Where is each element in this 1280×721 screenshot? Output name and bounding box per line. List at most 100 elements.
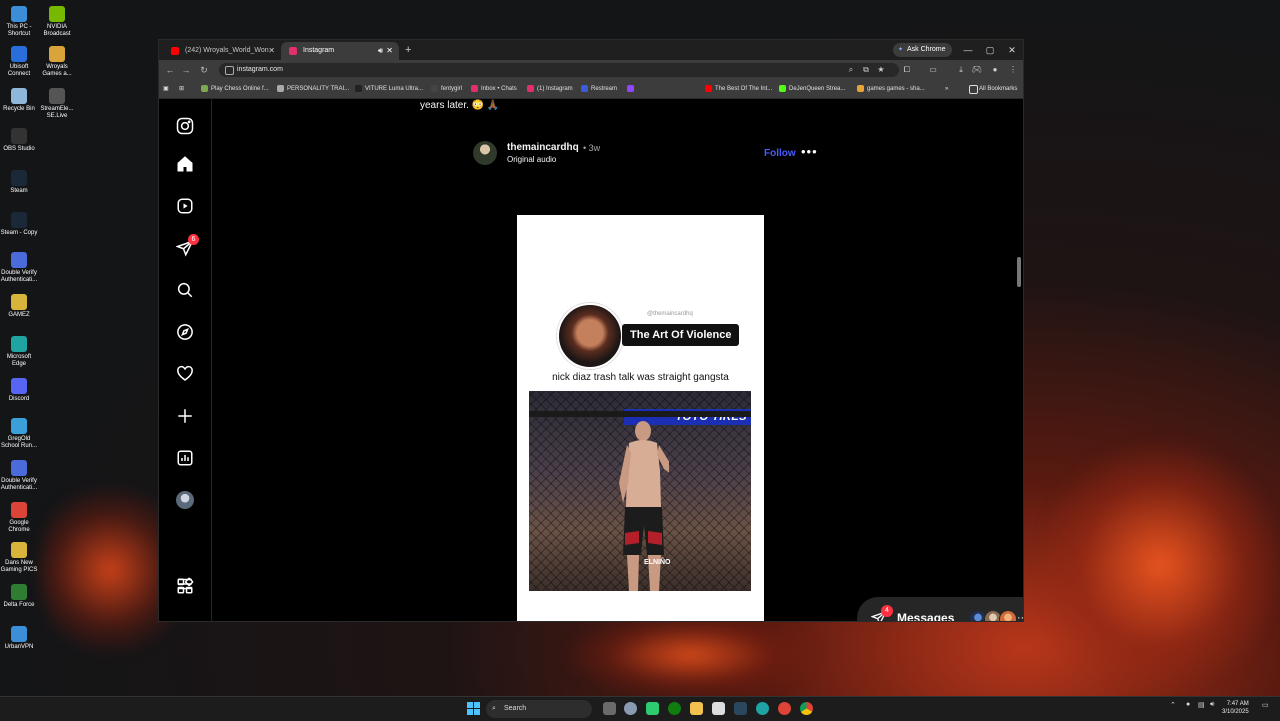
- bookmark-item[interactable]: [627, 80, 637, 98]
- show-hidden-icons[interactable]: ⌃: [1170, 701, 1176, 709]
- bookmark-item[interactable]: (1) Instagram: [527, 80, 573, 98]
- desktop-icon[interactable]: Delta Force: [0, 584, 38, 609]
- clock[interactable]: 7:47 AM 3/10/2025: [1222, 700, 1249, 716]
- back-button[interactable]: ←: [163, 63, 177, 77]
- desktop-icon[interactable]: Steam - Copy: [0, 212, 38, 237]
- desktop-icon[interactable]: UrbanVPN: [0, 626, 38, 651]
- notifications-heart-icon[interactable]: [176, 365, 196, 385]
- post-author-avatar[interactable]: [473, 141, 497, 165]
- direct-messages-icon[interactable]: 6: [175, 234, 199, 259]
- desktop-icon[interactable]: GAMEZ: [0, 294, 38, 319]
- windows-start-icon[interactable]: [467, 702, 480, 715]
- bookmark-item[interactable]: DeJenQueen Strea...: [779, 80, 845, 98]
- install-icon[interactable]: ⧉: [860, 63, 872, 77]
- search-placeholder: Search: [504, 705, 527, 712]
- settings-icon[interactable]: [624, 702, 637, 715]
- taskbar-search[interactable]: ⌕ Search: [486, 700, 592, 718]
- bookmark-favicon-icon: [471, 85, 478, 92]
- desktop-icon[interactable]: Wroyals Games a...: [38, 46, 76, 78]
- maximize-button[interactable]: ▢: [979, 40, 1001, 60]
- forward-button[interactable]: →: [179, 63, 193, 77]
- new-tab-button[interactable]: +: [405, 42, 411, 58]
- profile-icon[interactable]: ●: [989, 63, 1001, 77]
- follow-button[interactable]: Follow: [764, 148, 796, 159]
- desktop-icon[interactable]: Ubisoft Connect: [0, 46, 38, 78]
- network-icon[interactable]: ▤: [1198, 701, 1205, 709]
- media-player-icon[interactable]: [646, 702, 659, 715]
- site-info-icon[interactable]: [225, 66, 234, 75]
- gamepad-icon[interactable]: 🎮︎: [971, 63, 983, 77]
- scrollbar-thumb[interactable]: [1017, 257, 1021, 287]
- desktop-icon[interactable]: Double Verify Authenticati...: [0, 460, 38, 492]
- create-plus-icon[interactable]: [176, 407, 196, 427]
- close-tab-icon[interactable]: ✕: [268, 42, 275, 60]
- bookmark-item[interactable]: fentygirl: [431, 80, 462, 98]
- desktop-icon[interactable]: Recycle Bin: [0, 88, 38, 113]
- xbox-icon[interactable]: [668, 702, 681, 715]
- reel-video[interactable]: @themaincardhq The Art Of Violence nick …: [464, 215, 814, 621]
- ask-chrome-button[interactable]: Ask Chrome: [893, 43, 952, 57]
- notification-icon[interactable]: ▭: [1262, 701, 1269, 709]
- tab-youtube[interactable]: (242) Wroyals_World_Won - Yo... ✕: [163, 42, 281, 72]
- post-timestamp[interactable]: • 3w: [583, 143, 600, 153]
- desktop-icon[interactable]: Dans New Gaming PICS: [0, 542, 38, 574]
- profile-avatar[interactable]: [176, 491, 196, 511]
- scrollbar[interactable]: [1016, 99, 1022, 621]
- menu-icon[interactable]: ⋮: [1007, 63, 1019, 77]
- all-bookmarks[interactable]: All Bookmarks: [969, 80, 1017, 98]
- desktop-icon[interactable]: Google Chrome: [0, 502, 38, 534]
- bookmark-star-icon[interactable]: ★: [875, 63, 887, 77]
- extensions-icon[interactable]: ⧠: [901, 63, 913, 77]
- more-bookmarks-icon[interactable]: »: [945, 80, 948, 98]
- chrome-alt-icon[interactable]: [778, 702, 791, 715]
- desktop-icon[interactable]: Discord: [0, 378, 38, 403]
- desktop-icon[interactable]: OBS Studio: [0, 128, 38, 153]
- desktop-icon[interactable]: GregOld School Run...: [0, 418, 38, 450]
- volume-icon[interactable]: 🔊︎: [1210, 701, 1214, 709]
- steam-icon[interactable]: [734, 702, 747, 715]
- close-tab-icon[interactable]: ✕: [386, 42, 393, 60]
- calculator-icon[interactable]: [712, 702, 725, 715]
- microphone-icon[interactable]: ●: [1186, 701, 1190, 708]
- bookmark-item[interactable]: games games - sha...: [857, 80, 925, 98]
- meta-apps-icon[interactable]: [176, 577, 196, 597]
- bookmark-item[interactable]: The Best Of The Int...: [705, 80, 772, 98]
- post-audio-link[interactable]: Original audio: [507, 155, 556, 164]
- desktop-icon[interactable]: Microsoft Edge: [0, 336, 38, 368]
- audio-icon[interactable]: 🔊︎: [378, 42, 383, 60]
- download-icon[interactable]: ⤓: [955, 63, 967, 77]
- reels-icon[interactable]: [176, 197, 196, 217]
- chrome-icon[interactable]: [800, 702, 813, 715]
- side-panel-icon[interactable]: ▭: [927, 63, 939, 77]
- bookmark-item[interactable]: VITURE Luma Ultra...: [355, 80, 423, 98]
- desktop-icon[interactable]: NVIDIA Broadcast: [38, 6, 76, 38]
- messages-button[interactable]: 4 Messages ···: [857, 597, 1023, 621]
- task-view-icon[interactable]: [603, 702, 616, 715]
- edge-icon[interactable]: [756, 702, 769, 715]
- desktop-icon[interactable]: Steam: [0, 170, 38, 195]
- wallpaper-ember: [560, 610, 820, 700]
- search-icon[interactable]: [176, 281, 196, 301]
- desktop-icon[interactable]: This PC - Shortcut: [0, 6, 38, 38]
- bookmark-apps-icon[interactable]: ▣: [163, 80, 169, 98]
- close-window-button[interactable]: ✕: [1001, 40, 1023, 60]
- more-options-icon[interactable]: •••: [801, 144, 818, 159]
- bookmark-grid-icon[interactable]: ⊞: [179, 80, 184, 98]
- minimize-button[interactable]: —: [957, 40, 979, 60]
- dashboard-icon[interactable]: [176, 449, 196, 469]
- bookmark-item[interactable]: Inbox • Chats: [471, 80, 517, 98]
- reload-button[interactable]: ↻: [197, 63, 211, 77]
- explore-icon[interactable]: [176, 323, 196, 343]
- desktop-icon[interactable]: StreamEle... SE.Live: [38, 88, 76, 120]
- instagram-logo-icon[interactable]: [176, 117, 196, 137]
- bookmark-item[interactable]: Restream: [581, 80, 617, 98]
- bookmark-item[interactable]: Play Chess Online f...: [201, 80, 269, 98]
- home-icon[interactable]: [176, 155, 196, 175]
- tab-instagram[interactable]: Instagram 🔊︎ ✕: [281, 42, 399, 60]
- desktop-icon[interactable]: Double Verify Authenticati...: [0, 252, 38, 284]
- bookmark-item[interactable]: PERSONALITY TRAI...: [277, 80, 349, 98]
- file-explorer-icon[interactable]: [690, 702, 703, 715]
- address-bar[interactable]: instagram.com ⌕ ⧉ ★: [219, 63, 899, 77]
- zoom-icon[interactable]: ⌕: [845, 63, 857, 77]
- post-username[interactable]: themaincardhq: [507, 142, 579, 153]
